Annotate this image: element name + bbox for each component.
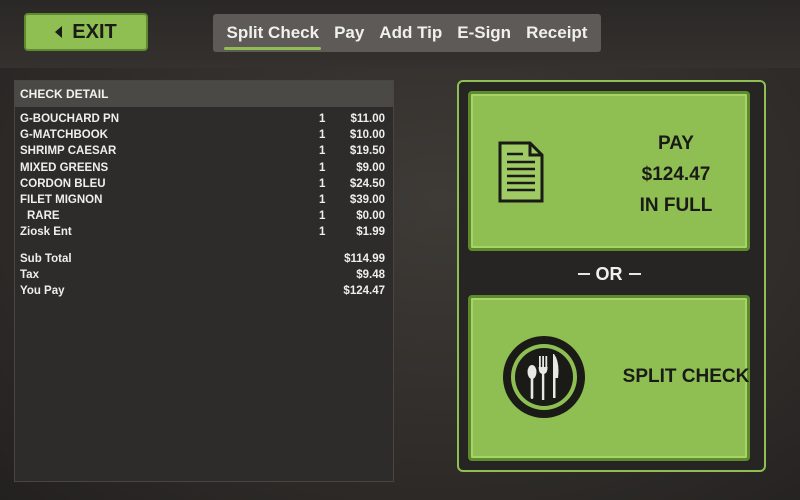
- tab-e-sign[interactable]: E-Sign: [453, 23, 515, 43]
- item-qty: 1: [319, 145, 326, 158]
- item-name: G-BOUCHARD PN: [20, 113, 120, 125]
- pay-line: PAY: [658, 133, 694, 154]
- divider-line: [577, 273, 590, 275]
- item-qty: 1: [319, 129, 326, 142]
- item-price: $10.00: [349, 129, 385, 142]
- totals-section: Sub Total $114.99 Tax $9.48 You Pay $124…: [15, 253, 393, 302]
- item-qty: 1: [319, 193, 326, 206]
- list-item: G-MATCHBOOK 1 $10.00: [15, 129, 393, 145]
- tax-value: $9.48: [356, 268, 385, 281]
- list-item: FILET MIGNON 1 $39.00: [15, 194, 393, 210]
- tab-receipt[interactable]: Receipt: [522, 23, 591, 43]
- you-pay-value: $124.47: [343, 284, 385, 297]
- plate-utensils-icon: [503, 336, 585, 418]
- item-name: CORDON BLEU: [20, 177, 106, 190]
- item-modifier: RARE: [27, 210, 60, 223]
- item-qty: 1: [319, 210, 326, 223]
- pay-in-full-label: PAY $124.47 IN FULL: [601, 128, 751, 221]
- check-detail-panel: CHECK DETAIL G-BOUCHARD PN 1 $11.00 G-MA…: [14, 80, 394, 482]
- subtotal-label: Sub Total: [20, 252, 72, 265]
- exit-button[interactable]: EXIT: [24, 13, 148, 51]
- split-check-button[interactable]: SPLIT CHECK: [468, 295, 750, 461]
- tab-pay[interactable]: Pay: [330, 23, 368, 43]
- tax-row: Tax $9.48: [15, 269, 393, 285]
- tab-split-check[interactable]: Split Check: [222, 23, 323, 50]
- pay-line: IN FULL: [639, 195, 713, 216]
- item-price: $9.00: [356, 161, 385, 174]
- item-name: SHRIMP CAESAR: [20, 145, 117, 158]
- list-item: Ziosk Ent 1 $1.99: [15, 226, 393, 242]
- divider-line: [628, 273, 641, 275]
- list-item: SHRIMP CAESAR 1 $19.50: [15, 145, 393, 161]
- pay-amount: $124.47: [641, 164, 711, 185]
- split-check-label: SPLIT CHECK: [622, 366, 750, 387]
- item-price: $19.50: [349, 145, 385, 158]
- item-name: FILET MIGNON: [20, 193, 103, 206]
- list-item: RARE 1 $0.00: [15, 210, 393, 226]
- exit-label: EXIT: [72, 20, 117, 43]
- item-price: $39.00: [349, 193, 385, 206]
- tab-add-tip[interactable]: Add Tip: [375, 23, 446, 43]
- item-name: MIXED GREENS: [20, 161, 109, 174]
- you-pay-label: You Pay: [20, 284, 65, 297]
- check-detail-title: CHECK DETAIL: [15, 81, 393, 107]
- item-price: $11.00: [350, 113, 385, 125]
- or-label: OR: [595, 263, 623, 284]
- pay-in-full-button[interactable]: PAY $124.47 IN FULL: [468, 91, 750, 251]
- subtotal-value: $114.99: [344, 252, 385, 265]
- list-item: CORDON BLEU 1 $24.50: [15, 178, 393, 194]
- item-name: G-MATCHBOOK: [20, 129, 108, 142]
- step-tabs: Split Check Pay Add Tip E-Sign Receipt: [213, 14, 601, 52]
- item-qty: 1: [319, 113, 326, 125]
- list-item: MIXED GREENS 1 $9.00: [15, 162, 393, 178]
- item-qty: 1: [319, 177, 326, 190]
- subtotal-row: Sub Total $114.99: [15, 253, 393, 269]
- item-qty: 1: [319, 161, 326, 174]
- tax-label: Tax: [20, 268, 39, 281]
- item-price: $1.99: [356, 226, 385, 239]
- document-icon: [498, 141, 544, 203]
- or-divider: OR: [576, 262, 642, 286]
- check-items-list: G-BOUCHARD PN 1 $11.00 G-MATCHBOOK 1 $10…: [15, 107, 393, 301]
- item-price: $0.00: [356, 210, 385, 223]
- you-pay-row: You Pay $124.47: [15, 285, 393, 301]
- list-item: G-BOUCHARD PN 1 $11.00: [15, 113, 393, 129]
- item-qty: 1: [319, 226, 326, 239]
- back-arrow-icon: [55, 26, 63, 38]
- item-price: $24.50: [349, 177, 385, 190]
- item-name: Ziosk Ent: [20, 226, 72, 239]
